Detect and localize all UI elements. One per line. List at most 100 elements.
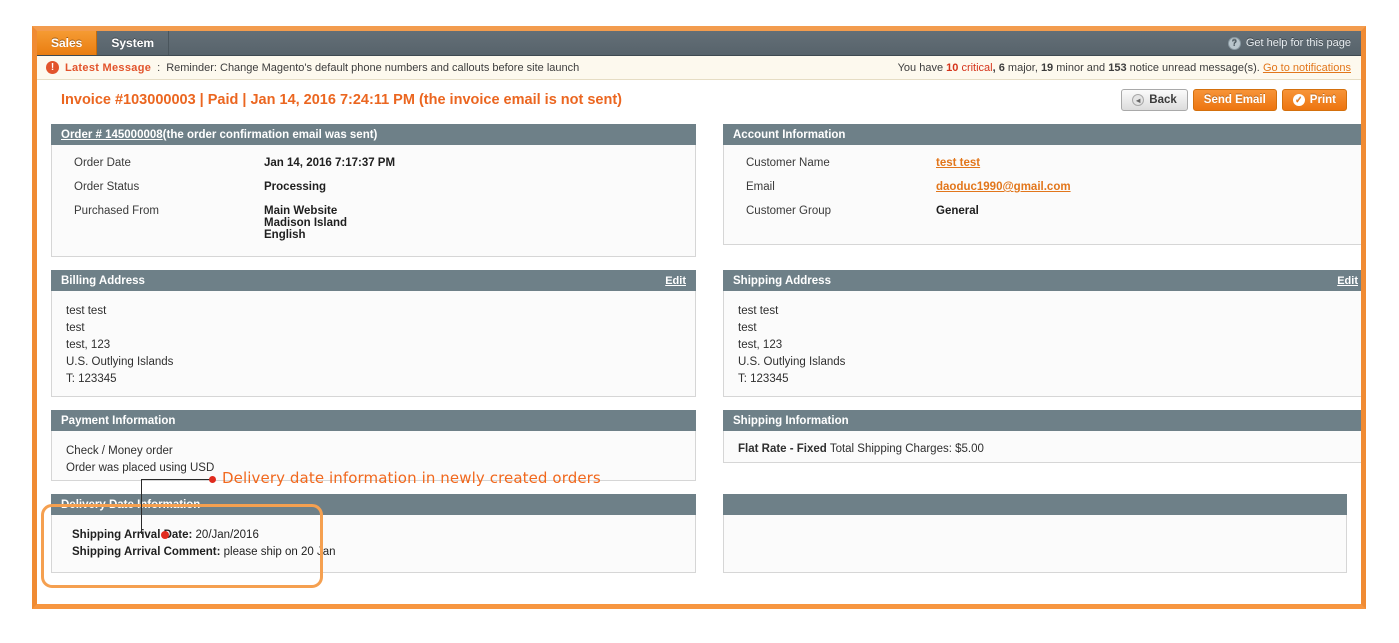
address-line: test test bbox=[738, 303, 1357, 320]
delivery-date-information-title: Delivery Date Information bbox=[61, 499, 200, 511]
order-information-panel: Order # 145000008 (the order confirmatio… bbox=[51, 124, 696, 257]
shipping-charges-text: Total Shipping Charges: $5.00 bbox=[827, 443, 984, 455]
annotation-target-dot bbox=[161, 531, 169, 539]
major-count: , 6 bbox=[993, 62, 1005, 74]
shipping-information-panel: Shipping Information Flat Rate - Fixed T… bbox=[723, 410, 1361, 463]
customer-email-link[interactable]: daoduc1990@gmail.com bbox=[936, 181, 1071, 193]
back-button-label: Back bbox=[1149, 94, 1177, 106]
nav-tab-system-label: System bbox=[111, 36, 154, 50]
critical-word: critical bbox=[958, 62, 992, 74]
table-row: Email daoduc1990@gmail.com bbox=[746, 181, 1357, 205]
shipping-arrival-comment-line: Shipping Arrival Comment: please ship on… bbox=[72, 544, 685, 561]
print-button[interactable]: ✓ Print bbox=[1282, 89, 1347, 111]
billing-address-edit-link[interactable]: Edit bbox=[665, 275, 686, 287]
nav-tab-sales-label: Sales bbox=[51, 36, 82, 50]
customer-name-label: Customer Name bbox=[746, 157, 936, 181]
address-line: T: 123345 bbox=[66, 371, 685, 388]
exclamation-icon: ! bbox=[46, 61, 59, 74]
invoice-content: Order # 145000008 (the order confirmatio… bbox=[37, 120, 1361, 573]
nav-tab-system[interactable]: System bbox=[97, 31, 169, 55]
send-email-button[interactable]: Send Email bbox=[1193, 89, 1277, 111]
shipping-address-header: Shipping Address Edit bbox=[723, 270, 1361, 291]
column-left-order: Order # 145000008 (the order confirmatio… bbox=[51, 124, 696, 257]
latest-message-separator: : bbox=[157, 62, 160, 74]
column-right-account: Account Information Customer Name test t… bbox=[723, 124, 1361, 257]
account-information-table: Customer Name test test Email daoduc1990… bbox=[746, 157, 1357, 217]
purchased-from-label: Purchased From bbox=[74, 205, 264, 241]
order-email-note: (the order confirmation email was sent) bbox=[163, 129, 378, 141]
customer-email-label: Email bbox=[746, 181, 936, 205]
purchased-from-line: Main Website bbox=[264, 205, 685, 217]
send-email-button-label: Send Email bbox=[1204, 94, 1266, 106]
delivery-right-header-strip bbox=[723, 494, 1347, 515]
get-help-link[interactable]: ? Get help for this page bbox=[1218, 31, 1361, 55]
column-shipping-information: Shipping Information Flat Rate - Fixed T… bbox=[723, 410, 1361, 481]
order-information-header: Order # 145000008 (the order confirmatio… bbox=[51, 124, 696, 145]
notice-word: notice unread message(s). bbox=[1127, 62, 1263, 74]
shipping-information-title: Shipping Information bbox=[733, 415, 849, 427]
column-billing-address: Billing Address Edit test test test test… bbox=[51, 270, 696, 397]
order-information-body: Order Date Jan 14, 2016 7:17:37 PM Order… bbox=[51, 145, 696, 257]
go-to-notifications-link[interactable]: Go to notifications bbox=[1263, 62, 1351, 74]
customer-name-link[interactable]: test test bbox=[936, 157, 980, 169]
latest-message-left: ! Latest Message: Reminder: Change Magen… bbox=[46, 61, 579, 74]
address-line: test bbox=[66, 320, 685, 337]
nav-spacer bbox=[169, 31, 1218, 55]
shipping-information-body: Flat Rate - Fixed Total Shipping Charges… bbox=[723, 431, 1361, 463]
table-row: Order Date Jan 14, 2016 7:17:37 PM bbox=[74, 157, 685, 181]
shipping-address-edit-link[interactable]: Edit bbox=[1337, 275, 1358, 287]
purchased-from-line: English bbox=[264, 229, 685, 241]
payment-method-line: Check / Money order bbox=[66, 443, 685, 460]
address-line: U.S. Outlying Islands bbox=[738, 354, 1357, 371]
screenshot-root: Sales System ? Get help for this page ! … bbox=[0, 0, 1399, 643]
address-line: test, 123 bbox=[738, 337, 1357, 354]
shipping-address-panel: Shipping Address Edit test test test tes… bbox=[723, 270, 1361, 397]
page-title: Invoice #103000003 | Paid | Jan 14, 2016… bbox=[61, 92, 622, 108]
order-status-value: Processing bbox=[264, 181, 685, 205]
billing-address-panel: Billing Address Edit test test test test… bbox=[51, 270, 696, 397]
latest-message-text: Reminder: Change Magento's default phone… bbox=[166, 62, 579, 74]
billing-address-title: Billing Address bbox=[61, 275, 145, 287]
row-order-account: Order # 145000008 (the order confirmatio… bbox=[51, 124, 1347, 257]
left-arrow-icon: ◂ bbox=[1132, 94, 1144, 106]
delivery-date-information-body: Shipping Arrival Date: 20/Jan/2016 Shipp… bbox=[51, 515, 696, 573]
payment-information-header: Payment Information bbox=[51, 410, 696, 431]
main-navigation-bar: Sales System ? Get help for this page bbox=[37, 31, 1361, 56]
address-line: U.S. Outlying Islands bbox=[66, 354, 685, 371]
annotation-leader-line-horizontal bbox=[141, 479, 211, 480]
customer-email-value: daoduc1990@gmail.com bbox=[936, 181, 1357, 205]
table-row: Customer Group General bbox=[746, 205, 1357, 217]
account-information-panel: Account Information Customer Name test t… bbox=[723, 124, 1361, 245]
table-row: Purchased From Main Website Madison Isla… bbox=[74, 205, 685, 241]
purchased-from-line: Madison Island bbox=[264, 217, 685, 229]
shipping-address-title: Shipping Address bbox=[733, 275, 831, 287]
shipping-arrival-date-value: 20/Jan/2016 bbox=[192, 529, 259, 541]
magento-admin-page: Sales System ? Get help for this page ! … bbox=[37, 31, 1361, 604]
column-shipping-address: Shipping Address Edit test test test tes… bbox=[723, 270, 1361, 397]
back-button[interactable]: ◂ Back bbox=[1121, 89, 1188, 111]
annotation-text: Delivery date information in newly creat… bbox=[222, 469, 601, 487]
order-number-link[interactable]: Order # 145000008 bbox=[61, 129, 163, 141]
print-circle-icon: ✓ bbox=[1293, 94, 1305, 106]
address-line: test bbox=[738, 320, 1357, 337]
shipping-arrival-comment-label: Shipping Arrival Comment: bbox=[72, 546, 220, 558]
purchased-from-value: Main Website Madison Island English bbox=[264, 205, 685, 241]
shipping-method-line: Flat Rate - Fixed Total Shipping Charges… bbox=[738, 443, 1357, 455]
unread-prefix: You have bbox=[898, 62, 947, 74]
payment-information-title: Payment Information bbox=[61, 415, 175, 427]
column-delivery-date: Delivery Date Information Shipping Arriv… bbox=[51, 494, 696, 573]
column-delivery-right-filler bbox=[723, 494, 1347, 573]
customer-group-label: Customer Group bbox=[746, 205, 936, 217]
billing-address-body: test test test test, 123 U.S. Outlying I… bbox=[51, 291, 696, 397]
order-status-label: Order Status bbox=[74, 181, 264, 205]
delivery-date-information-header: Delivery Date Information bbox=[51, 494, 696, 515]
header-button-group: ◂ Back Send Email ✓ Print bbox=[1121, 89, 1347, 111]
get-help-label: Get help for this page bbox=[1246, 37, 1351, 49]
unread-messages-summary: You have 10 critical, 6 major, 19 minor … bbox=[898, 62, 1351, 74]
print-button-label: Print bbox=[1310, 94, 1336, 106]
customer-group-value: General bbox=[936, 205, 1357, 217]
account-information-header: Account Information bbox=[723, 124, 1361, 145]
order-information-table: Order Date Jan 14, 2016 7:17:37 PM Order… bbox=[74, 157, 685, 241]
nav-tab-sales[interactable]: Sales bbox=[37, 31, 97, 55]
major-word: major, bbox=[1005, 62, 1041, 74]
